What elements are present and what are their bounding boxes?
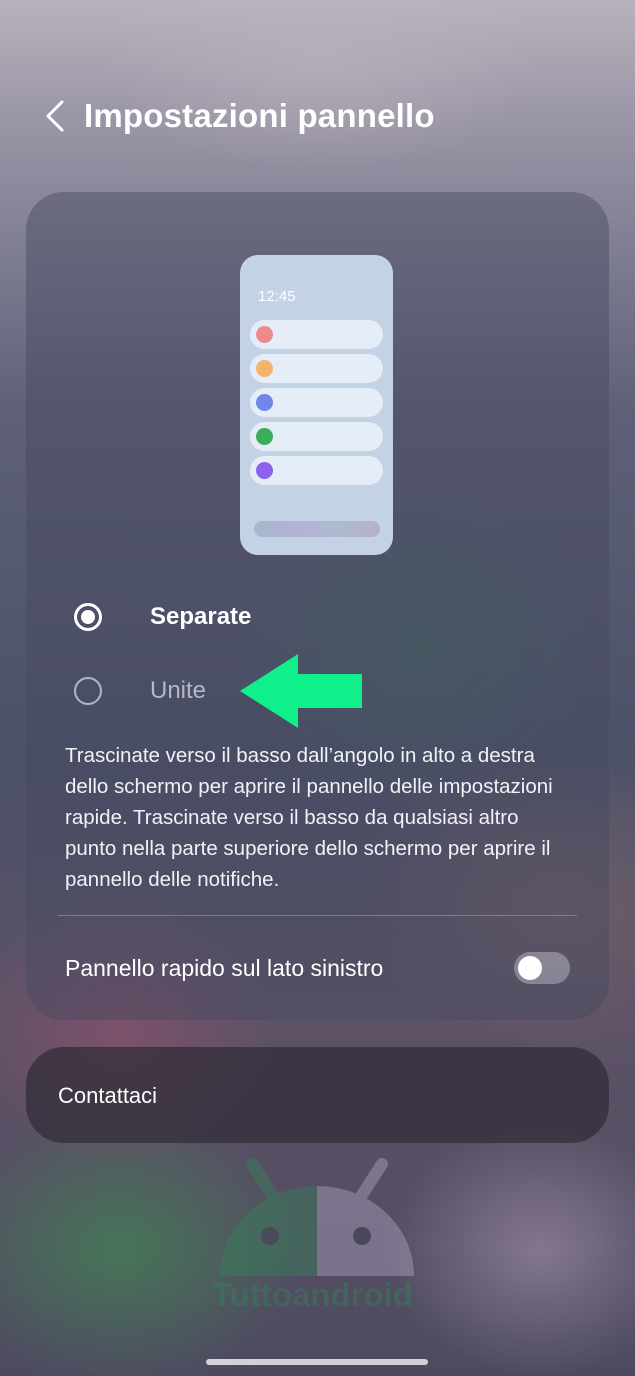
quick-panel-left-row[interactable]: Pannello rapido sul lato sinistro bbox=[65, 952, 570, 984]
chevron-left-icon bbox=[46, 100, 64, 132]
preview-clock: 12:45 bbox=[258, 288, 296, 305]
notification-dot bbox=[256, 462, 273, 479]
notification-dot bbox=[256, 360, 273, 377]
quick-panel-left-label: Pannello rapido sul lato sinistro bbox=[65, 954, 384, 981]
radio-selected-icon[interactable] bbox=[74, 603, 102, 631]
panel-description: Trascinate verso il basso dall’angolo in… bbox=[65, 744, 553, 891]
option-unite[interactable]: Unite bbox=[74, 677, 206, 705]
preview-notification bbox=[250, 422, 383, 451]
panel-settings-card: 12:45 Separate Unite Trascinate verso il… bbox=[26, 192, 609, 1020]
preview-dock bbox=[254, 521, 380, 537]
panel-preview-illustration: 12:45 bbox=[240, 255, 393, 555]
header: Impostazioni pannello bbox=[40, 96, 435, 136]
notification-dot bbox=[256, 428, 273, 445]
quick-panel-left-toggle[interactable] bbox=[514, 952, 570, 984]
contact-card[interactable]: Contattaci bbox=[26, 1047, 609, 1143]
preview-notification bbox=[250, 456, 383, 485]
page-title: Impostazioni pannello bbox=[84, 97, 435, 134]
divider bbox=[58, 915, 577, 916]
back-button[interactable] bbox=[40, 96, 70, 136]
notification-dot bbox=[256, 394, 273, 411]
notification-dot bbox=[256, 326, 273, 343]
option-unite-label: Unite bbox=[150, 677, 207, 704]
preview-notification bbox=[250, 320, 383, 349]
contact-label: Contattaci bbox=[58, 1083, 158, 1108]
preview-notification bbox=[250, 388, 383, 417]
option-separate-label: Separate bbox=[150, 603, 252, 630]
option-separate[interactable]: Separate bbox=[74, 603, 251, 631]
android-logo-icon bbox=[220, 1158, 414, 1276]
watermark-logo: Tuttoandroid bbox=[212, 1158, 422, 1318]
radio-unselected-icon[interactable] bbox=[74, 677, 102, 705]
preview-notification bbox=[250, 354, 383, 383]
watermark-text: Tuttoandroid bbox=[212, 1276, 413, 1313]
toggle-knob bbox=[518, 956, 542, 980]
home-indicator[interactable] bbox=[206, 1359, 428, 1365]
arrow-left-icon bbox=[240, 654, 362, 728]
